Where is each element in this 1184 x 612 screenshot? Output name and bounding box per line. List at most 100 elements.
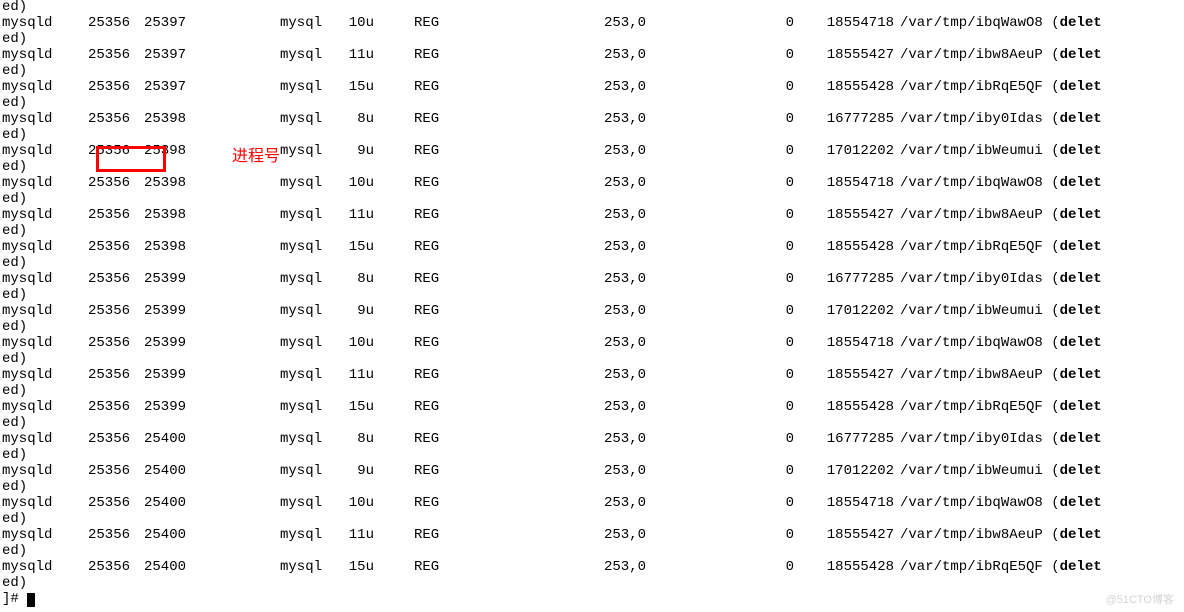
col-type: REG bbox=[414, 560, 454, 575]
col-user: mysql bbox=[266, 304, 322, 319]
col-user: mysql bbox=[266, 560, 322, 575]
col-name: /var/tmp/iby0Idas (delet bbox=[894, 432, 1184, 447]
lsof-row: mysqld2535625400mysql8uREG253,0016777285… bbox=[0, 432, 1184, 448]
col-user: mysql bbox=[266, 48, 322, 63]
col-fd: 10u bbox=[322, 176, 374, 191]
col-device: 253,0 bbox=[604, 528, 664, 543]
shell-prompt[interactable]: ]# bbox=[0, 592, 1184, 608]
wrap-fragment: ed) bbox=[0, 256, 1184, 272]
col-command: mysqld bbox=[0, 368, 70, 383]
col-device: 253,0 bbox=[604, 304, 664, 319]
col-size: 0 bbox=[774, 560, 794, 575]
col-tid: 25399 bbox=[130, 304, 186, 319]
col-user: mysql bbox=[266, 176, 322, 191]
col-fd: 11u bbox=[322, 368, 374, 383]
col-command: mysqld bbox=[0, 144, 70, 159]
col-node: 18555428 bbox=[794, 240, 894, 255]
col-type: REG bbox=[414, 112, 454, 127]
lsof-row: mysqld2535625397mysql15uREG253,001855542… bbox=[0, 80, 1184, 96]
col-tid: 25398 bbox=[130, 176, 186, 191]
col-pid: 25356 bbox=[70, 464, 130, 479]
col-size: 0 bbox=[774, 336, 794, 351]
col-command: mysqld bbox=[0, 560, 70, 575]
col-pid: 25356 bbox=[70, 496, 130, 511]
col-pid: 25356 bbox=[70, 240, 130, 255]
lsof-row: mysqld2535625399mysql15uREG253,001855542… bbox=[0, 400, 1184, 416]
col-device: 253,0 bbox=[604, 368, 664, 383]
col-tid: 25399 bbox=[130, 272, 186, 287]
col-device: 253,0 bbox=[604, 336, 664, 351]
col-fd: 8u bbox=[322, 272, 374, 287]
col-tid: 25400 bbox=[130, 464, 186, 479]
col-type: REG bbox=[414, 176, 454, 191]
col-pid: 25356 bbox=[70, 80, 130, 95]
col-type: REG bbox=[414, 528, 454, 543]
col-user: mysql bbox=[266, 336, 322, 351]
col-pid: 25356 bbox=[70, 400, 130, 415]
col-size: 0 bbox=[774, 48, 794, 63]
col-type: REG bbox=[414, 48, 454, 63]
lsof-row: mysqld2535625398mysql15uREG253,001855542… bbox=[0, 240, 1184, 256]
col-name: /var/tmp/ibw8AeuP (delet bbox=[894, 368, 1184, 383]
col-name: /var/tmp/ibqWawO8 (delet bbox=[894, 336, 1184, 351]
wrap-fragment: ed) bbox=[0, 160, 1184, 176]
col-tid: 25399 bbox=[130, 336, 186, 351]
col-pid: 25356 bbox=[70, 16, 130, 31]
col-name: /var/tmp/ibqWawO8 (delet bbox=[894, 496, 1184, 511]
col-command: mysqld bbox=[0, 528, 70, 543]
col-user: mysql bbox=[266, 432, 322, 447]
col-command: mysqld bbox=[0, 112, 70, 127]
col-type: REG bbox=[414, 272, 454, 287]
col-type: REG bbox=[414, 464, 454, 479]
col-command: mysqld bbox=[0, 48, 70, 63]
col-size: 0 bbox=[774, 240, 794, 255]
wrap-fragment: ed) bbox=[0, 0, 1184, 16]
col-name: /var/tmp/ibw8AeuP (delet bbox=[894, 208, 1184, 223]
col-tid: 25398 bbox=[130, 112, 186, 127]
col-name: /var/tmp/ibRqE5QF (delet bbox=[894, 80, 1184, 95]
col-command: mysqld bbox=[0, 432, 70, 447]
col-name: /var/tmp/ibw8AeuP (delet bbox=[894, 48, 1184, 63]
col-user: mysql bbox=[266, 496, 322, 511]
col-device: 253,0 bbox=[604, 80, 664, 95]
col-fd: 11u bbox=[322, 48, 374, 63]
col-tid: 25400 bbox=[130, 560, 186, 575]
col-device: 253,0 bbox=[604, 144, 664, 159]
col-size: 0 bbox=[774, 368, 794, 383]
col-device: 253,0 bbox=[604, 400, 664, 415]
col-pid: 25356 bbox=[70, 560, 130, 575]
lsof-row: mysqld2535625397mysql11uREG253,001855542… bbox=[0, 48, 1184, 64]
wrap-fragment: ed) bbox=[0, 352, 1184, 368]
col-tid: 25399 bbox=[130, 368, 186, 383]
col-name: /var/tmp/ibWeumui (delet bbox=[894, 464, 1184, 479]
col-size: 0 bbox=[774, 208, 794, 223]
wrap-fragment: ed) bbox=[0, 224, 1184, 240]
col-fd: 15u bbox=[322, 560, 374, 575]
col-name: /var/tmp/ibw8AeuP (delet bbox=[894, 528, 1184, 543]
lsof-row: mysqld2535625398mysql10uREG253,001855471… bbox=[0, 176, 1184, 192]
col-name: /var/tmp/ibWeumui (delet bbox=[894, 144, 1184, 159]
col-command: mysqld bbox=[0, 176, 70, 191]
col-pid: 25356 bbox=[70, 48, 130, 63]
col-size: 0 bbox=[774, 496, 794, 511]
col-command: mysqld bbox=[0, 240, 70, 255]
col-fd: 9u bbox=[322, 464, 374, 479]
col-device: 253,0 bbox=[604, 208, 664, 223]
col-node: 18554718 bbox=[794, 336, 894, 351]
col-type: REG bbox=[414, 400, 454, 415]
col-pid: 25356 bbox=[70, 528, 130, 543]
col-fd: 8u bbox=[322, 112, 374, 127]
watermark-text: @51CTO博客 bbox=[1106, 594, 1174, 606]
col-tid: 25398 bbox=[130, 144, 186, 159]
col-command: mysqld bbox=[0, 304, 70, 319]
col-user: mysql bbox=[266, 144, 322, 159]
col-type: REG bbox=[414, 432, 454, 447]
col-device: 253,0 bbox=[604, 112, 664, 127]
col-user: mysql bbox=[266, 400, 322, 415]
col-name: /var/tmp/iby0Idas (delet bbox=[894, 112, 1184, 127]
terminal-output: ed)mysqld2535625397mysql10uREG253,001855… bbox=[0, 0, 1184, 608]
col-node: 17012202 bbox=[794, 464, 894, 479]
col-fd: 10u bbox=[322, 336, 374, 351]
col-size: 0 bbox=[774, 16, 794, 31]
col-size: 0 bbox=[774, 112, 794, 127]
